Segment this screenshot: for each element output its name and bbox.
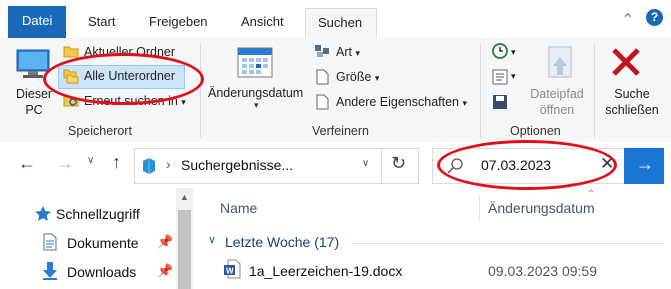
nav-item-schnellzugriff[interactable]: Schnellzugriff [56,206,140,222]
star-icon [35,206,51,221]
arrow-right-icon: → [636,154,654,174]
recent-locations-chevron-icon[interactable]: ∨ [87,155,94,166]
this-pc-button[interactable]: Dieser PC [14,86,54,118]
tab-datei[interactable]: Datei [8,6,67,38]
scroll-up-icon[interactable]: ▲ [180,192,189,202]
size-icon [316,69,329,85]
group-divider [594,44,595,138]
chevron-down-icon: ▾ [511,47,516,57]
close-search-label-1: Suche [614,87,650,101]
folder-icon [63,46,79,58]
modified-date-button[interactable]: Änderungsdatum [208,86,303,100]
kind-button[interactable]: Art ▾ [336,45,360,59]
up-arrow-icon[interactable]: ↑ [112,152,121,173]
size-button[interactable]: Größe ▾ [336,70,379,84]
group-header[interactable]: Letzte Woche (17) [225,234,339,250]
group-chevron-icon[interactable]: ∨ [208,233,216,246]
group-divider [200,44,201,138]
help-icon[interactable]: ? [646,9,663,26]
close-search-icon [612,48,640,76]
this-pc-icon [16,49,50,78]
pin-icon[interactable]: 📌 [157,263,173,279]
back-arrow-icon[interactable]: ← [18,153,36,174]
chevron-down-icon: ▾ [181,97,186,107]
search-input[interactable]: 07.03.2023 [481,157,551,173]
tab-ansicht[interactable]: Ansicht [229,8,296,38]
properties-icon [316,94,329,110]
group-divider-line [352,243,664,244]
chevron-down-icon: ▾ [462,98,468,108]
group-label-speicherort: Speicherort [68,124,132,138]
search-results-icon [143,158,155,174]
kind-icon [315,45,329,57]
chevron-down-icon: ▾ [511,71,516,81]
address-path: Suchergebnisse... [181,157,294,173]
tab-start[interactable]: Start [76,8,127,38]
clear-search-icon[interactable]: ✕ [600,154,614,174]
nav-item-dokumente[interactable]: Dokumente [67,235,139,251]
column-header-name[interactable]: Name [220,200,257,216]
refresh-icon[interactable]: ↻ [391,153,406,174]
forward-arrow-icon[interactable]: → [56,153,74,174]
sort-chevron-icon: ⌃ [587,189,596,200]
current-folder-button[interactable]: Aktueller Ordner [84,45,175,59]
this-pc-label-2: PC [25,103,43,117]
calendar-icon [237,47,273,78]
search-again-button[interactable]: Erneut suchen in ▾ [84,94,186,108]
search-icon [447,158,463,174]
chevron-down-icon: ▾ [374,73,380,83]
column-divider [479,196,480,220]
file-name[interactable]: 1a_Leerzeichen-19.docx [249,263,402,279]
all-subfolders-button[interactable]: Alle Unterordner [84,69,175,83]
open-file-location-icon [548,46,572,78]
group-label-optionen: Optionen [510,124,561,138]
search-again-icon [63,95,79,107]
open-file-location-label-1: Dateipfad [530,87,584,101]
scrollbar-thumb[interactable] [178,210,191,289]
word-document-icon: W [224,259,241,279]
address-divider [381,148,382,184]
other-properties-button[interactable]: Andere Eigenschaften ▾ [336,95,467,109]
subfolders-icon [63,69,79,84]
save-search-icon[interactable] [492,94,508,110]
size-label: Größe [336,70,372,84]
documents-icon [43,233,57,251]
recent-searches-icon[interactable] [491,42,511,60]
download-arrow-icon [43,262,57,280]
other-properties-label: Andere Eigenschaften [336,95,460,109]
group-divider [480,44,481,138]
chevron-down-icon: ▾ [355,48,360,58]
this-pc-label-1: Dieser [15,87,53,101]
chevron-down-icon: ▾ [254,100,259,110]
chevron-up-icon[interactable]: ⌃ [621,10,634,30]
file-date: 09.03.2023 09:59 [488,263,597,279]
kind-label: Art [336,45,352,59]
breadcrumb-chevron-icon[interactable]: › [166,156,171,172]
close-search-label-2: schließen [605,103,659,117]
nav-item-downloads[interactable]: Downloads [67,264,136,280]
column-header-date[interactable]: Änderungsdatum [488,200,595,216]
open-file-location-button[interactable]: Dateipfad öffnen [524,86,590,118]
tab-freigeben[interactable]: Freigeben [137,8,220,38]
close-search-button[interactable]: Suche schließen [596,86,668,118]
advanced-options-icon[interactable] [492,69,508,85]
tab-suchen[interactable]: Suchen [305,8,377,38]
svg-text:W: W [226,267,234,276]
group-label-verfeinern: Verfeinern [312,124,369,138]
open-file-location-label-2: öffnen [539,103,575,117]
pin-icon[interactable]: 📌 [157,234,173,250]
search-again-label: Erneut suchen in [84,94,178,108]
chevron-down-icon[interactable]: ∨ [362,158,369,169]
